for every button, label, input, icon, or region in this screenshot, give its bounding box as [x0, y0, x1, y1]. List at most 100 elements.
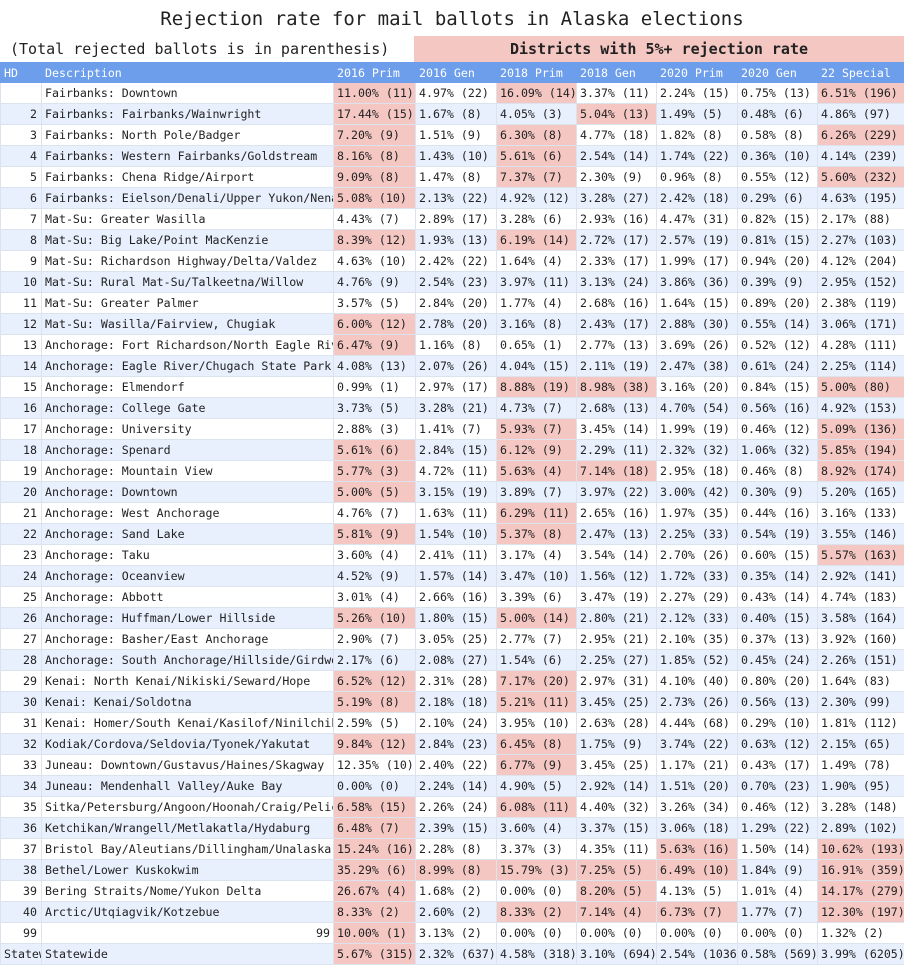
- rate-cell[interactable]: 2.10% (35): [656, 628, 738, 650]
- rate-cell[interactable]: 2.17% (88): [817, 208, 904, 230]
- rate-cell[interactable]: 4.74% (183): [817, 586, 904, 608]
- rate-cell[interactable]: 3.47% (19): [576, 586, 657, 608]
- rate-cell[interactable]: 2.40% (22): [415, 754, 497, 776]
- rate-cell[interactable]: 3.06% (171): [817, 313, 904, 335]
- rate-cell[interactable]: 4.92% (153): [817, 397, 904, 419]
- rate-cell[interactable]: 2.25% (33): [656, 523, 738, 545]
- district-number-cell[interactable]: 31: [0, 712, 42, 734]
- rate-cell[interactable]: 5.08% (10): [333, 187, 416, 209]
- rate-cell[interactable]: 0.00% (0): [496, 880, 577, 902]
- rate-cell[interactable]: 4.63% (10): [333, 250, 416, 272]
- district-description-cell[interactable]: Mat-Su: Rural Mat-Su/Talkeetna/Willow: [41, 271, 334, 293]
- rate-cell[interactable]: 3.97% (22): [576, 481, 657, 503]
- rate-cell[interactable]: 3.47% (10): [496, 565, 577, 587]
- column-header-2018-gen[interactable]: 2018 Gen: [576, 62, 657, 83]
- rate-cell[interactable]: 2.27% (29): [656, 586, 738, 608]
- district-description-cell[interactable]: Juneau: Downtown/Gustavus/Haines/Skagway: [41, 754, 334, 776]
- rate-cell[interactable]: 8.99% (8): [415, 859, 497, 881]
- rate-cell[interactable]: 2.88% (3): [333, 418, 416, 440]
- district-description-cell[interactable]: Anchorage: Fort Richardson/North Eagle R…: [41, 334, 334, 356]
- rate-cell[interactable]: 4.90% (5): [496, 775, 577, 797]
- rate-cell[interactable]: 1.54% (6): [496, 649, 577, 671]
- rate-cell[interactable]: 4.08% (13): [333, 355, 416, 377]
- rate-cell[interactable]: 0.89% (20): [737, 292, 818, 314]
- rate-cell[interactable]: 0.70% (23): [737, 775, 818, 797]
- rate-cell[interactable]: 3.55% (146): [817, 523, 904, 545]
- rate-cell[interactable]: 3.45% (14): [576, 418, 657, 440]
- rate-cell[interactable]: 3.10% (694): [576, 943, 657, 965]
- district-description-cell[interactable]: Sitka/Petersburg/Angoon/Hoonah/Craig/Pel…: [41, 796, 334, 818]
- rate-cell[interactable]: 0.46% (12): [737, 796, 818, 818]
- district-description-cell[interactable]: Fairbanks: Downtown: [41, 82, 334, 104]
- rate-cell[interactable]: 0.29% (6): [737, 187, 818, 209]
- district-number-cell[interactable]: 13: [0, 334, 42, 356]
- rate-cell[interactable]: 2.13% (22): [415, 187, 497, 209]
- district-description-cell[interactable]: Kenai: North Kenai/Nikiski/Seward/Hope: [41, 670, 334, 692]
- rate-cell[interactable]: 3.06% (18): [656, 817, 738, 839]
- rate-cell[interactable]: 1.99% (19): [656, 418, 738, 440]
- rate-cell[interactable]: 2.68% (16): [576, 292, 657, 314]
- rate-cell[interactable]: 6.52% (12): [333, 670, 416, 692]
- district-description-cell[interactable]: Mat-Su: Greater Palmer: [41, 292, 334, 314]
- rate-cell[interactable]: 2.27% (103): [817, 229, 904, 251]
- rate-cell[interactable]: 2.17% (6): [333, 649, 416, 671]
- rate-cell[interactable]: 2.97% (17): [415, 376, 497, 398]
- rate-cell[interactable]: 4.13% (5): [656, 880, 738, 902]
- rate-cell[interactable]: 12.30% (197): [817, 901, 904, 923]
- rate-cell[interactable]: 3.45% (25): [576, 691, 657, 713]
- rate-cell[interactable]: 0.00% (0): [576, 922, 657, 944]
- district-number-cell[interactable]: 40: [0, 901, 42, 923]
- rate-cell[interactable]: 1.06% (32): [737, 439, 818, 461]
- rate-cell[interactable]: 4.05% (3): [496, 103, 577, 125]
- rate-cell[interactable]: 2.54% (1036): [656, 943, 738, 965]
- rate-cell[interactable]: 6.51% (196): [817, 82, 904, 104]
- rate-cell[interactable]: 14.17% (279): [817, 880, 904, 902]
- district-description-cell[interactable]: Statewide: [41, 943, 334, 965]
- rate-cell[interactable]: 2.78% (20): [415, 313, 497, 335]
- rate-cell[interactable]: 0.81% (15): [737, 229, 818, 251]
- rate-cell[interactable]: 0.99% (1): [333, 376, 416, 398]
- rate-cell[interactable]: 0.30% (9): [737, 481, 818, 503]
- rate-cell[interactable]: 1.85% (52): [656, 649, 738, 671]
- rate-cell[interactable]: 0.55% (14): [737, 313, 818, 335]
- district-number-cell[interactable]: 8: [0, 229, 42, 251]
- district-number-cell[interactable]: 20: [0, 481, 42, 503]
- rate-cell[interactable]: 0.39% (9): [737, 271, 818, 293]
- rate-cell[interactable]: 2.89% (102): [817, 817, 904, 839]
- rate-cell[interactable]: 3.39% (6): [496, 586, 577, 608]
- district-number-cell[interactable]: [0, 82, 42, 104]
- rate-cell[interactable]: 5.20% (165): [817, 481, 904, 503]
- rate-cell[interactable]: 3.45% (25): [576, 754, 657, 776]
- rate-cell[interactable]: 4.76% (9): [333, 271, 416, 293]
- rate-cell[interactable]: 3.99% (6205): [817, 943, 904, 965]
- rate-cell[interactable]: 0.44% (16): [737, 502, 818, 524]
- district-number-cell[interactable]: 21: [0, 502, 42, 524]
- rate-cell[interactable]: 2.95% (21): [576, 628, 657, 650]
- rate-cell[interactable]: 2.68% (13): [576, 397, 657, 419]
- rate-cell[interactable]: 0.46% (12): [737, 418, 818, 440]
- rate-cell[interactable]: 5.60% (232): [817, 166, 904, 188]
- rate-cell[interactable]: 8.92% (174): [817, 460, 904, 482]
- district-description-cell[interactable]: Bristol Bay/Aleutians/Dillingham/Unalask…: [41, 838, 334, 860]
- rate-cell[interactable]: 12.35% (10): [333, 754, 416, 776]
- district-description-cell[interactable]: 99: [41, 922, 334, 944]
- rate-cell[interactable]: 2.38% (119): [817, 292, 904, 314]
- district-number-cell[interactable]: 38: [0, 859, 42, 881]
- column-header-2020-prim[interactable]: 2020 Prim: [656, 62, 738, 83]
- rate-cell[interactable]: 35.29% (6): [333, 859, 416, 881]
- column-header-22-special[interactable]: 22 Special: [817, 62, 904, 83]
- rate-cell[interactable]: 4.28% (111): [817, 334, 904, 356]
- district-description-cell[interactable]: Bethel/Lower Kuskokwim: [41, 859, 334, 881]
- district-number-cell[interactable]: 2: [0, 103, 42, 125]
- rate-cell[interactable]: 0.29% (10): [737, 712, 818, 734]
- rate-cell[interactable]: 3.28% (148): [817, 796, 904, 818]
- district-number-cell[interactable]: 99: [0, 922, 42, 944]
- rate-cell[interactable]: 5.67% (315): [333, 943, 416, 965]
- district-description-cell[interactable]: Kenai: Homer/South Kenai/Kasilof/Ninilch…: [41, 712, 334, 734]
- rate-cell[interactable]: 2.80% (21): [576, 607, 657, 629]
- rate-cell[interactable]: 2.28% (8): [415, 838, 497, 860]
- district-description-cell[interactable]: Anchorage: Spenard: [41, 439, 334, 461]
- rate-cell[interactable]: 2.30% (99): [817, 691, 904, 713]
- rate-cell[interactable]: 10.00% (1): [333, 922, 416, 944]
- rate-cell[interactable]: 2.11% (19): [576, 355, 657, 377]
